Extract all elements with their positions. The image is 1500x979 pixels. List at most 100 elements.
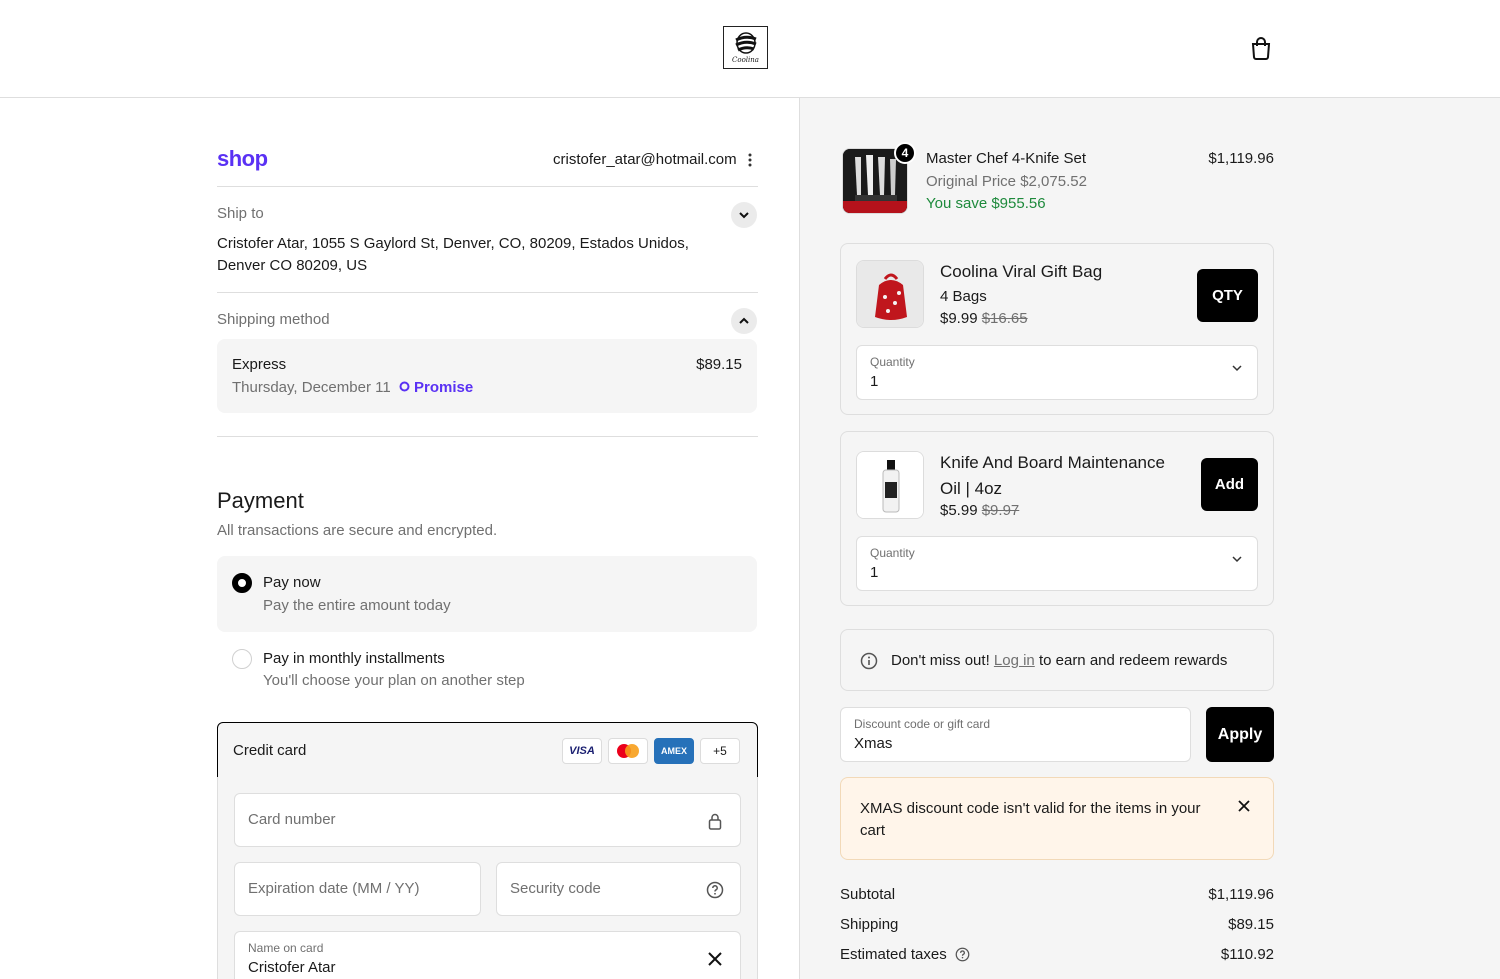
rewards-login-link[interactable]: Log in (994, 652, 1035, 669)
discount-label: Discount code or gift card (854, 717, 991, 731)
security-code-placeholder: Security code (510, 880, 601, 897)
pay-installments-desc: You'll choose your plan on another step (263, 672, 525, 689)
amex-icon: AMEX (654, 738, 694, 764)
gift-bag-thumbnail (856, 260, 924, 328)
quantity-label: Quantity (870, 355, 915, 369)
taxes-value: $110.92 (1220, 946, 1274, 963)
divider (217, 292, 758, 293)
oil-bottle-image (857, 452, 923, 518)
help-circle-icon[interactable] (704, 879, 726, 901)
shipping-method-price: $89.15 (696, 356, 742, 373)
help-circle-icon[interactable] (955, 947, 970, 962)
upsell-variant: 4 Bags (940, 288, 987, 305)
product-original-price: Original Price $2,075.52 (926, 173, 1087, 190)
shipping-method-toggle[interactable] (731, 308, 757, 334)
pay-installments-label: Pay in monthly installments (263, 650, 445, 667)
clear-icon[interactable] (704, 948, 726, 970)
discount-code-field[interactable]: Discount code or gift card Xmas (840, 707, 1191, 762)
ship-to-address-line2: Denver CO 80209, US (217, 257, 368, 274)
chevron-down-icon (1232, 365, 1242, 372)
taxes-label: Estimated taxes (840, 946, 947, 963)
rewards-suffix: to earn and redeem rewards (1038, 652, 1228, 669)
shipping-method-option[interactable]: Express $89.15 Thursday, December 11 Pro… (217, 339, 757, 413)
chevron-down-icon (1232, 556, 1242, 563)
oil-thumbnail (856, 451, 924, 519)
cart-button[interactable] (1247, 34, 1275, 62)
apply-discount-button[interactable]: Apply (1206, 707, 1274, 762)
page-header: Coolina (0, 0, 1500, 98)
shipping-method-name: Express (232, 356, 287, 373)
subtotal-label: Subtotal (840, 886, 896, 903)
gift-bag-image (857, 261, 923, 327)
upsell-qty-button[interactable]: QTY (1197, 269, 1258, 322)
discount-error-text: XMAS discount code isn't valid for the i… (860, 800, 1201, 839)
card-number-field[interactable]: Card number (234, 793, 741, 847)
upsell-quantity-select[interactable]: Quantity 1 (856, 536, 1258, 591)
upsell-name: Coolina Viral Gift Bag (940, 262, 1103, 281)
security-code-field[interactable]: Security code (496, 862, 741, 916)
promise-label: Promise (414, 379, 474, 396)
shipping-value: $89.15 (1228, 916, 1274, 933)
promise-icon (399, 381, 410, 392)
shipping-label: Shipping (840, 916, 899, 933)
expiration-date-field[interactable]: Expiration date (MM / YY) (234, 862, 481, 916)
chevron-down-icon (739, 212, 749, 219)
name-on-card-label: Name on card (248, 941, 324, 955)
expiration-placeholder: Expiration date (MM / YY) (248, 880, 420, 897)
shipping-method-date: Thursday, December 11 (232, 379, 391, 396)
shipping-row: Shipping $89.15 (840, 916, 1274, 933)
more-vertical-icon (748, 153, 752, 167)
pay-now-label: Pay now (263, 574, 321, 591)
rewards-banner: Don't miss out! Log in to earn and redee… (840, 629, 1274, 691)
rewards-prefix: Don't miss out! (891, 652, 990, 669)
pay-installments-radio[interactable] (232, 649, 252, 669)
lock-icon (704, 810, 726, 832)
quantity-value: 1 (870, 564, 879, 581)
name-on-card-field[interactable]: Name on card Cristofer Atar (234, 931, 741, 979)
upsell-name: Knife And Board Maintenance Oil | 4oz (940, 453, 1165, 498)
divider (217, 186, 758, 187)
credit-card-form: Card number Expiration date (MM / YY) Se… (217, 777, 758, 979)
upsell-card: Knife And Board Maintenance Oil | 4oz $5… (840, 431, 1274, 606)
account-menu-button[interactable] (740, 150, 760, 170)
quantity-badge: 4 (894, 142, 916, 164)
upsell-compare-price: $9.97 (981, 502, 1020, 519)
close-icon (1238, 800, 1250, 812)
ship-to-label: Ship to (217, 205, 264, 222)
shopping-bag-icon (1251, 37, 1271, 60)
upsell-compare-price: $16.65 (981, 310, 1028, 327)
discount-error-banner: XMAS discount code isn't valid for the i… (840, 777, 1274, 860)
info-icon (860, 652, 878, 670)
chevron-up-icon (739, 317, 749, 324)
dismiss-error-button[interactable] (1237, 799, 1253, 815)
coolina-logo-icon (734, 32, 757, 54)
mastercard-icon (608, 738, 648, 764)
pay-now-desc: Pay the entire amount today (263, 597, 451, 614)
taxes-row: Estimated taxes $110.92 (840, 946, 1274, 963)
discount-value: Xmas (854, 735, 893, 752)
divider (217, 436, 758, 437)
shop-promise-badge: Promise (399, 379, 473, 396)
upsell-card: Coolina Viral Gift Bag 4 Bags $9.99 $16.… (840, 243, 1274, 415)
pay-now-radio[interactable] (232, 573, 252, 593)
credit-card-option[interactable]: Credit card VISA AMEX +5 (217, 722, 758, 778)
upsell-quantity-select[interactable]: Quantity 1 (856, 345, 1258, 400)
card-number-placeholder: Card number (248, 811, 336, 828)
payment-subtitle: All transactions are secure and encrypte… (217, 522, 498, 539)
pay-installments-option[interactable]: Pay in monthly installments You'll choos… (217, 632, 757, 708)
name-on-card-value: Cristofer Atar (248, 959, 336, 976)
account-email: cristofer_atar@hotmail.com (553, 151, 737, 168)
shop-pay-logo: shop (217, 146, 268, 171)
pay-now-option[interactable]: Pay now Pay the entire amount today (217, 556, 757, 632)
product-price: $1,119.96 (1208, 150, 1274, 167)
upsell-add-button[interactable]: Add (1201, 458, 1258, 511)
logo-text: Coolina (732, 56, 759, 64)
payment-title: Payment (217, 488, 304, 513)
quantity-value: 1 (870, 373, 879, 390)
upsell-price: $5.99 (940, 502, 978, 519)
quantity-label: Quantity (870, 546, 915, 560)
ship-to-address-line1: Cristofer Atar, 1055 S Gaylord St, Denve… (217, 235, 689, 252)
ship-to-toggle[interactable] (731, 202, 757, 228)
store-logo[interactable]: Coolina (723, 26, 768, 69)
product-name: Master Chef 4-Knife Set (926, 150, 1087, 167)
